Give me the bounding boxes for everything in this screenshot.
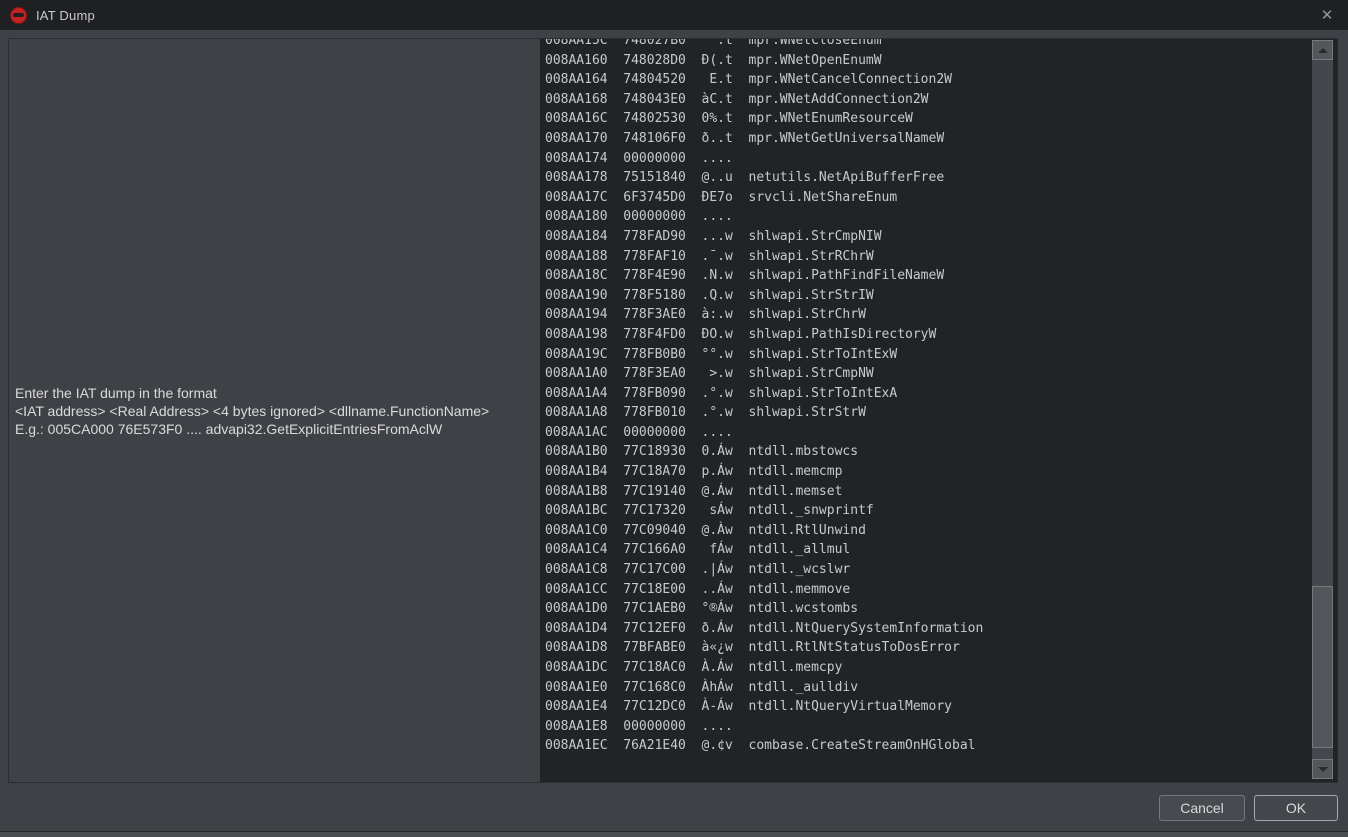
vertical-scrollbar[interactable] xyxy=(1312,40,1333,779)
title-bar: IAT Dump ✕ xyxy=(0,0,1348,30)
scrollbar-thumb[interactable] xyxy=(1312,586,1333,748)
iat-dump-text: 008AA15C 748027B0 °'.t mpr.WNetCloseEnum… xyxy=(540,39,1337,756)
instructions-label: Enter the IAT dump in the format <IAT ad… xyxy=(9,39,540,782)
iat-dump-textarea[interactable]: 008AA15C 748027B0 °'.t mpr.WNetCloseEnum… xyxy=(540,39,1337,782)
content-panel: Enter the IAT dump in the format <IAT ad… xyxy=(8,38,1338,783)
cancel-button-label: Cancel xyxy=(1180,800,1224,816)
scroll-down-arrow-icon xyxy=(1318,767,1328,772)
app-icon xyxy=(10,7,27,24)
scroll-up-arrow-icon xyxy=(1318,48,1328,53)
instructions-line-2: <IAT address> <Real Address> <4 bytes ig… xyxy=(15,402,540,420)
instructions-line-1: Enter the IAT dump in the format xyxy=(15,384,540,402)
ok-button[interactable]: OK xyxy=(1254,795,1338,821)
close-button[interactable]: ✕ xyxy=(1314,2,1340,28)
window-title: IAT Dump xyxy=(36,8,95,23)
scroll-down-button[interactable] xyxy=(1312,759,1333,779)
window-bottom-edge xyxy=(0,831,1348,837)
cancel-button[interactable]: Cancel xyxy=(1159,795,1245,821)
scroll-up-button[interactable] xyxy=(1312,40,1333,60)
instructions-line-3: E.g.: 005CA000 76E573F0 .... advapi32.Ge… xyxy=(15,420,540,438)
ok-button-label: OK xyxy=(1286,800,1306,816)
close-icon: ✕ xyxy=(1321,6,1334,24)
